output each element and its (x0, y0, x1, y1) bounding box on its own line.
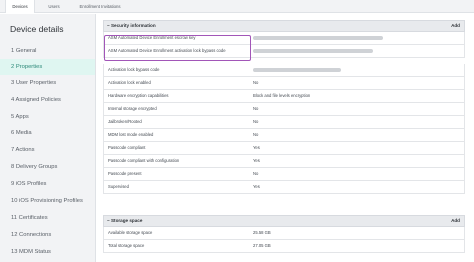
security-section-title: − Security information (107, 23, 156, 28)
row-label: Available storage space (108, 230, 153, 235)
table-row: Available storage space 25.58 GB (103, 227, 465, 240)
row-label: Hardware encryption capabilities (108, 93, 169, 98)
row-value: No (253, 106, 259, 111)
table-row: Internal storage encrypted No (103, 103, 465, 116)
tab-users[interactable]: Users (45, 0, 63, 13)
table-row: Hardware encryption capabilities Block a… (103, 90, 465, 103)
sidebar-item-media[interactable]: 6 Media (0, 125, 95, 141)
sidebar-item-general[interactable]: 1 General (0, 43, 95, 59)
row-label: Internal storage encrypted (108, 106, 157, 111)
row-value: 25.58 GB (253, 230, 271, 235)
sidebar-item-user-properties[interactable]: 3 User Properties (0, 75, 95, 91)
redacted-value (253, 36, 383, 40)
sidebar-item-mdm-status[interactable]: 13 MDM Status (0, 244, 95, 260)
row-value: Yes (253, 145, 260, 150)
sidebar-item-ios-provisioning-profiles[interactable]: 10 iOS Provisioning Profiles (0, 193, 95, 209)
row-value: No (253, 171, 259, 176)
sidebar-item-properties[interactable]: 2 Properties (0, 59, 95, 75)
row-label: Jailbroken/Rooted (108, 119, 142, 124)
row-label: Supervised (108, 184, 129, 189)
sidebar-item-assigned-policies[interactable]: 4 Assigned Policies (0, 92, 95, 108)
security-section-header[interactable]: − Security information Add (103, 20, 465, 32)
storage-section-header[interactable]: − Storage space Add (103, 215, 465, 227)
row-value: 27.05 GB (253, 243, 271, 248)
table-row: MDM lost mode enabled No (103, 129, 465, 142)
table-row: Passcode compliant Yes (103, 142, 465, 155)
row-label: Passcode compliant with configuration (108, 158, 180, 163)
tab-enrollment-invitations[interactable]: Enrollment Invitations (75, 0, 125, 13)
row-value: No (253, 132, 259, 137)
row-value: Yes (253, 158, 260, 163)
row-value: Yes (253, 184, 260, 189)
row-label: MDM lost mode enabled (108, 132, 154, 137)
table-row: Activation lock bypass code (103, 64, 465, 77)
sidebar-item-actions[interactable]: 7 Actions (0, 142, 95, 158)
table-row: Supervised Yes (103, 181, 465, 194)
redacted-value (253, 68, 341, 72)
row-value: No (253, 119, 259, 124)
table-row: Jailbroken/Rooted No (103, 116, 465, 129)
row-label: Passcode compliant (108, 145, 146, 150)
row-value: Block and file levels encryption (253, 93, 311, 98)
top-tab-bar: Devices Users Enrollment Invitations (0, 0, 474, 13)
table-row: Total storage space 27.05 GB (103, 240, 465, 253)
sidebar-item-connections[interactable]: 12 Connections (0, 227, 95, 243)
table-row: Passcode present No (103, 168, 465, 181)
sidebar-item-ios-profiles[interactable]: 9 iOS Profiles (0, 176, 95, 192)
table-row: Activation lock enabled No (103, 77, 465, 90)
tab-devices[interactable]: Devices (5, 0, 35, 13)
row-label: Passcode present (108, 171, 142, 176)
storage-add-button[interactable]: Add (451, 216, 460, 226)
row-label: Total storage space (108, 243, 145, 248)
asm-rows-highlight (104, 35, 251, 61)
row-value: No (253, 80, 259, 85)
table-row: Passcode compliant with configuration Ye… (103, 155, 465, 168)
row-label: Activation lock bypass code (108, 67, 160, 72)
sidebar-item-apps[interactable]: 5 Apps (0, 109, 95, 125)
sidebar-title: Device details (10, 24, 64, 34)
redacted-value (253, 49, 373, 53)
security-add-button[interactable]: Add (451, 21, 460, 31)
storage-section-title: − Storage space (107, 218, 143, 223)
sidebar-item-certificates[interactable]: 11 Certificates (0, 210, 95, 226)
row-label: Activation lock enabled (108, 80, 151, 85)
sidebar: Device details 1 General 2 Properties 3 … (0, 14, 96, 262)
sidebar-item-delivery-groups[interactable]: 8 Delivery Groups (0, 159, 95, 175)
